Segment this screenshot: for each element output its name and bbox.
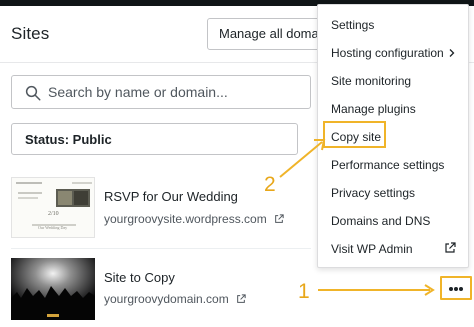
annotation-arrows xyxy=(279,139,435,296)
more-actions-button[interactable] xyxy=(440,276,472,300)
annotation-step-1: 1 xyxy=(298,280,310,303)
more-horizontal-icon-dot xyxy=(459,287,463,291)
annotation-step-2: 2 xyxy=(264,173,276,196)
more-horizontal-icon-dot xyxy=(454,287,458,291)
more-horizontal-icon xyxy=(449,287,453,291)
